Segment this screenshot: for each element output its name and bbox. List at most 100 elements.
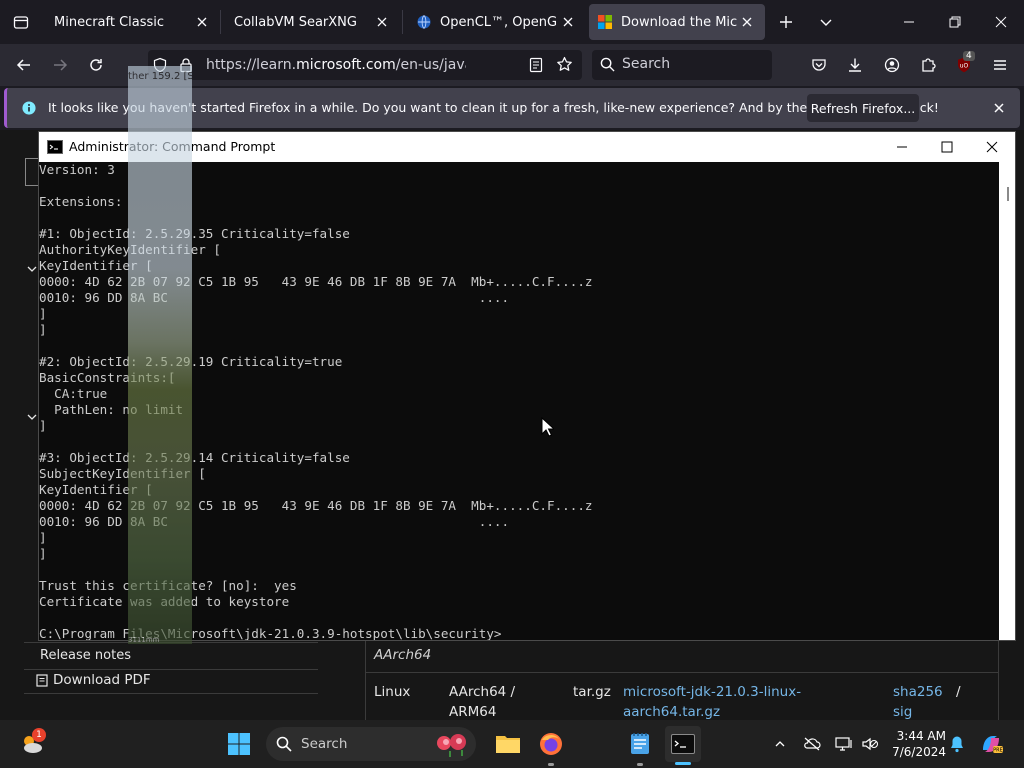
extensions-button[interactable] bbox=[911, 48, 945, 82]
tab-opencl[interactable]: OpenCL™, OpenGL®, V bbox=[404, 4, 586, 40]
taskbar-search-box[interactable]: Search bbox=[266, 727, 476, 761]
strip-top-text: ther 159.2 [St bbox=[128, 71, 192, 82]
url-prefix: https://learn. bbox=[206, 57, 297, 73]
restore-icon bbox=[949, 16, 961, 28]
reader-view-icon[interactable] bbox=[528, 57, 544, 73]
jdk-download-link[interactable]: microsoft-jdk-21.0.3-linux-aarch64.tar.g… bbox=[623, 682, 808, 722]
console-minimize-button[interactable] bbox=[879, 132, 925, 162]
sig-link[interactable]: sig bbox=[893, 702, 912, 722]
volume-muted-icon bbox=[862, 737, 879, 751]
arrow-right-icon bbox=[54, 59, 68, 71]
sha256-link[interactable]: sha256 bbox=[893, 682, 943, 702]
chevron-down-icon bbox=[820, 19, 832, 26]
download-pdf-label: Download PDF bbox=[53, 672, 151, 688]
arrow-left-icon bbox=[16, 59, 30, 71]
console-scrollbar-thumb[interactable] bbox=[1007, 187, 1009, 201]
close-icon bbox=[994, 103, 1004, 113]
start-button[interactable] bbox=[221, 726, 257, 762]
weather-widget[interactable]: 1 bbox=[14, 726, 50, 762]
notepad-button[interactable] bbox=[622, 726, 658, 762]
tab-strip: Minecraft Classic CollabVM SearXNG OpenC… bbox=[0, 0, 1024, 44]
downloads-button[interactable] bbox=[838, 48, 872, 82]
tab-list-button[interactable] bbox=[0, 0, 42, 44]
svg-text:uO: uO bbox=[960, 63, 969, 70]
url-host: microsoft.com bbox=[296, 57, 396, 73]
reload-icon bbox=[90, 59, 102, 71]
tab-title: OpenCL™, OpenGL®, V bbox=[440, 14, 558, 30]
copilot-button[interactable]: PRE bbox=[979, 732, 1003, 756]
chevron-down-icon[interactable] bbox=[26, 264, 38, 274]
url-path: /en-us/java/openjdk/dow bbox=[395, 57, 466, 73]
close-icon[interactable] bbox=[558, 12, 578, 32]
search-bar[interactable]: Search bbox=[592, 50, 772, 80]
info-icon bbox=[22, 101, 36, 115]
close-icon bbox=[995, 16, 1007, 28]
tab-download-microsoft-openjdk[interactable]: Download the Microso bbox=[589, 4, 765, 40]
table-cell-os: Linux bbox=[374, 684, 411, 700]
tab-list-icon bbox=[13, 16, 29, 29]
table-group-header: AArch64 bbox=[374, 647, 432, 663]
close-window-button[interactable] bbox=[978, 0, 1024, 44]
clock-time: 3:44 AM bbox=[896, 729, 946, 743]
table-cell-arch: AArch64 / ARM64 bbox=[449, 684, 516, 720]
taskbar-search-text: Search bbox=[301, 736, 348, 752]
mouse-cursor-icon bbox=[541, 417, 554, 437]
chevron-down-icon[interactable] bbox=[26, 412, 38, 422]
volume-tray-icon[interactable] bbox=[858, 732, 882, 756]
account-button[interactable] bbox=[875, 48, 909, 82]
url-bar[interactable]: https://learn.microsoft.com/en-us/java/o… bbox=[148, 50, 582, 80]
tab-collabvm-searxng[interactable]: CollabVM SearXNG bbox=[222, 4, 400, 40]
minimize-icon bbox=[897, 146, 907, 148]
taskbar-clock[interactable]: 3:44 AM 7/6/2024 bbox=[890, 728, 946, 760]
console-scrollbar[interactable] bbox=[999, 162, 1015, 640]
notepad-icon bbox=[631, 733, 649, 754]
download-pdf-link[interactable]: Download PDF bbox=[36, 672, 151, 688]
minimize-icon bbox=[904, 21, 914, 23]
app-menu-button[interactable] bbox=[983, 48, 1017, 82]
search-placeholder: Search bbox=[622, 56, 671, 72]
console-close-button[interactable] bbox=[969, 132, 1015, 162]
notification-close-button[interactable] bbox=[989, 98, 1009, 118]
list-all-tabs-button[interactable] bbox=[808, 4, 844, 40]
extension-badge: 4 bbox=[963, 51, 975, 61]
sidebar-filter-box[interactable] bbox=[25, 158, 39, 186]
console-maximize-button[interactable] bbox=[924, 132, 970, 162]
reload-button[interactable] bbox=[79, 48, 113, 82]
hamburger-menu-icon bbox=[994, 60, 1006, 70]
table-cell-type: tar.gz bbox=[573, 684, 611, 700]
notifications-button[interactable] bbox=[945, 732, 969, 756]
command-prompt-taskbar-button[interactable] bbox=[665, 726, 701, 762]
microsoft-logo-icon bbox=[598, 15, 612, 29]
new-tab-button[interactable] bbox=[768, 4, 804, 40]
firefox-button[interactable] bbox=[533, 726, 569, 762]
restore-button[interactable] bbox=[932, 0, 978, 44]
forward-button[interactable] bbox=[43, 48, 77, 82]
globe-icon bbox=[417, 15, 431, 29]
pocket-button[interactable] bbox=[802, 48, 836, 82]
firefox-icon bbox=[540, 733, 562, 755]
onedrive-tray-icon[interactable] bbox=[800, 732, 824, 756]
taskbar: 1 Search 3:44 AM 7/6/2024 PRE bbox=[0, 720, 1024, 768]
star-icon[interactable] bbox=[556, 56, 573, 73]
show-hidden-icons-button[interactable] bbox=[768, 732, 792, 756]
sidebar-link-release-notes[interactable]: Release notes bbox=[40, 648, 131, 663]
minimize-button[interactable] bbox=[886, 0, 932, 44]
url-text[interactable]: https://learn.microsoft.com/en-us/java/o… bbox=[206, 57, 466, 73]
tab-minecraft-classic[interactable]: Minecraft Classic bbox=[42, 4, 220, 40]
file-explorer-button[interactable] bbox=[490, 726, 526, 762]
network-tray-icon[interactable] bbox=[832, 732, 856, 756]
download-icon bbox=[849, 58, 861, 72]
plus-icon bbox=[780, 16, 792, 28]
command-prompt-icon bbox=[671, 734, 695, 754]
monitor-network-icon bbox=[835, 737, 852, 751]
weather-badge: 1 bbox=[32, 728, 46, 742]
account-icon bbox=[884, 57, 900, 73]
refresh-firefox-button[interactable]: Refresh Firefox... bbox=[807, 94, 919, 122]
back-button[interactable] bbox=[7, 48, 41, 82]
close-icon[interactable] bbox=[372, 12, 392, 32]
ublock-button[interactable]: uO 4 bbox=[947, 48, 981, 82]
background-window-strip: ther 159.2 [St 3111mm bbox=[128, 66, 192, 644]
close-icon[interactable] bbox=[737, 12, 757, 32]
puzzle-icon bbox=[922, 58, 936, 72]
close-icon[interactable] bbox=[192, 12, 212, 32]
